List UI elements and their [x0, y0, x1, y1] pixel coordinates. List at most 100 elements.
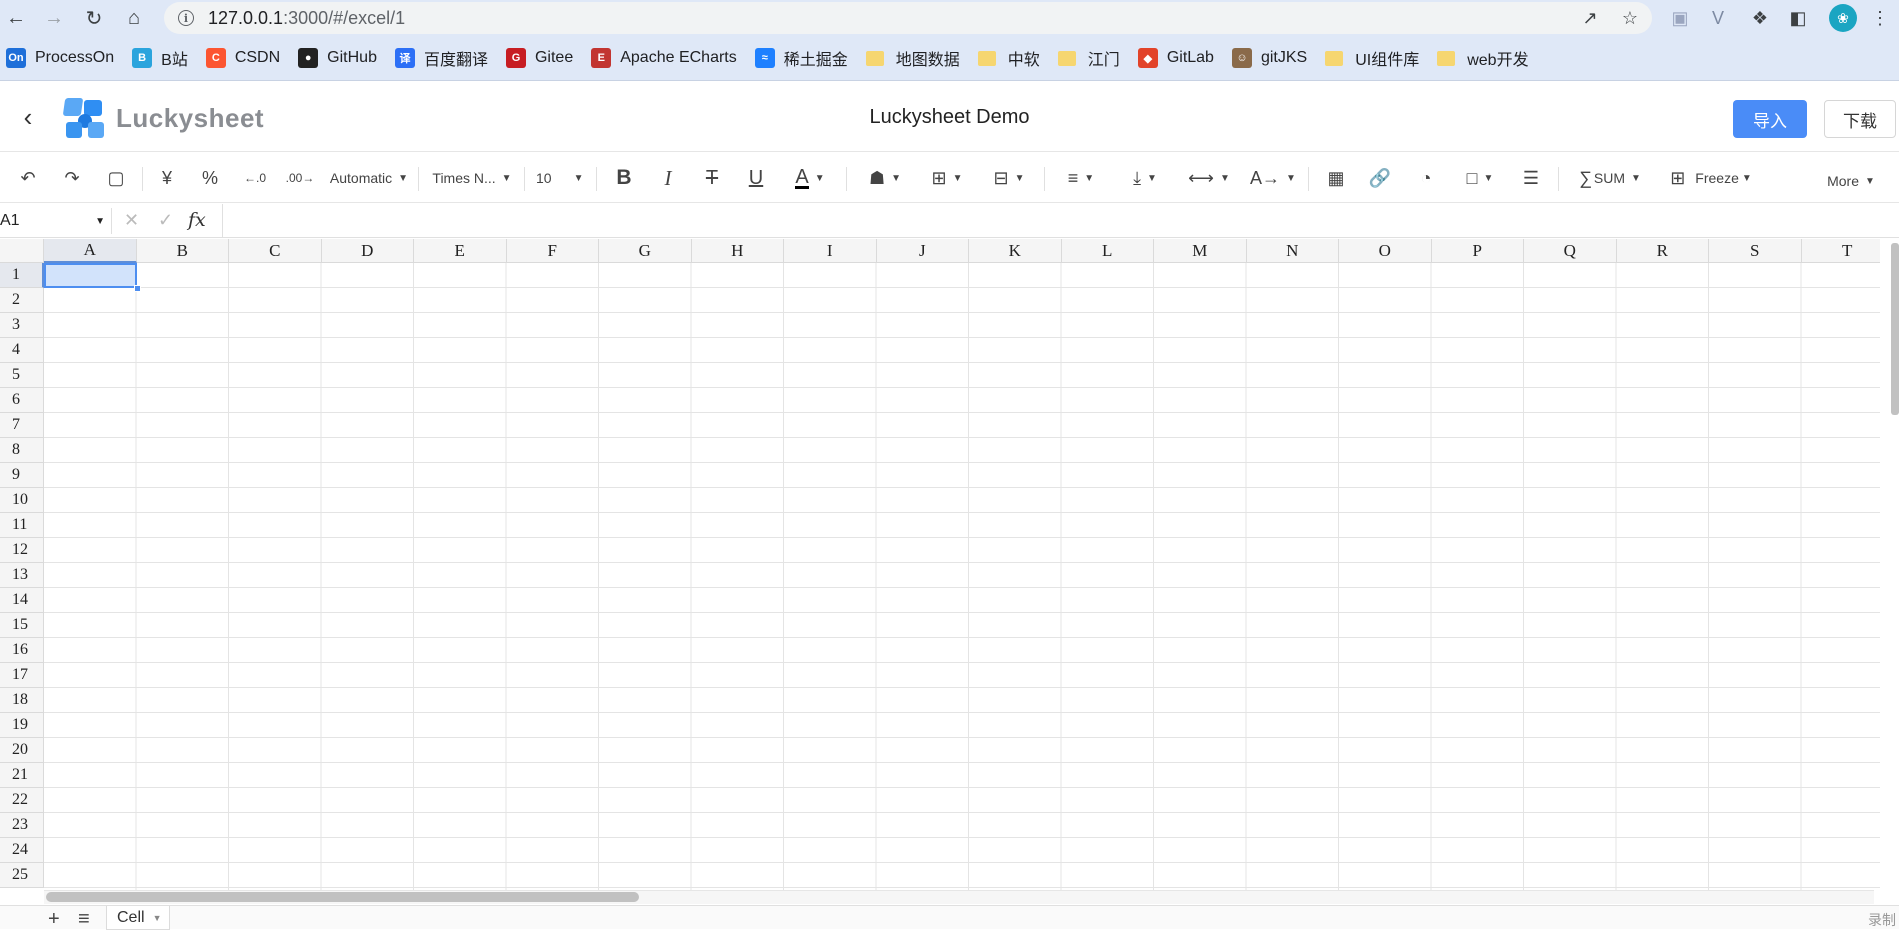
bookmark-item[interactable]: 译百度翻译 — [394, 46, 488, 70]
row-header[interactable]: 13 — [0, 563, 44, 588]
back-arrow-icon[interactable]: ← — [2, 4, 30, 32]
row-header[interactable]: 8 — [0, 438, 44, 463]
format-painter-icon[interactable]: ▢ — [102, 163, 130, 193]
font-size-dropdown[interactable]: 10 ▼ — [536, 163, 588, 193]
bookmark-item[interactable]: E Apache ECharts — [591, 48, 737, 68]
row-header[interactable]: 22 — [0, 788, 44, 813]
row-header[interactable]: 19 — [0, 713, 44, 738]
select-all-corner[interactable] — [0, 239, 44, 263]
increase-decimal-icon[interactable]: .00→ — [284, 163, 316, 193]
row-header[interactable]: 24 — [0, 838, 44, 863]
sheet-list-icon[interactable]: ≡ — [78, 908, 90, 931]
vertical-align-button[interactable]: ⤓ ▼ — [1122, 163, 1168, 193]
row-header[interactable]: 23 — [0, 813, 44, 838]
menu-lines-icon[interactable]: ☰ — [1516, 163, 1546, 193]
cell-area[interactable] — [44, 263, 1880, 890]
column-header[interactable]: J — [876, 239, 969, 263]
row-header[interactable]: 3 — [0, 313, 44, 338]
column-header[interactable]: H — [691, 239, 784, 263]
bookmark-item[interactable]: ≈ 稀土掘金 — [754, 46, 848, 70]
horizontal-scrollbar[interactable] — [46, 892, 639, 902]
more-button[interactable]: More ▼ — [1820, 166, 1882, 196]
column-header[interactable]: F — [506, 239, 599, 263]
forward-arrow-icon[interactable]: → — [40, 4, 68, 32]
reload-icon[interactable]: ↻ — [80, 4, 108, 32]
strikethrough-button[interactable]: T — [698, 163, 726, 193]
row-header[interactable]: 15 — [0, 613, 44, 638]
sum-button[interactable]: ∑ SUM ▼ — [1572, 163, 1648, 193]
add-sheet-icon[interactable]: + — [48, 908, 60, 931]
confirm-formula-icon[interactable]: ✓ — [158, 210, 173, 231]
column-header[interactable]: T — [1801, 239, 1880, 263]
extension-vue-icon[interactable]: V — [1706, 6, 1730, 30]
cancel-formula-icon[interactable]: ✕ — [124, 210, 139, 231]
column-header[interactable]: P — [1431, 239, 1524, 263]
address-bar[interactable]: i 127.0.0.1:3000/#/excel/1 — [164, 2, 1652, 34]
column-header[interactable]: E — [414, 239, 507, 263]
italic-button[interactable]: I — [654, 163, 682, 193]
row-header[interactable]: 7 — [0, 413, 44, 438]
text-wrap-button[interactable]: ⟷ ▼ — [1186, 163, 1232, 193]
bookmark-item[interactable]: ☺ gitJKS — [1231, 48, 1307, 68]
extension-screen-icon[interactable]: ▣ — [1668, 6, 1692, 30]
column-header[interactable]: R — [1616, 239, 1709, 263]
column-header[interactable]: B — [136, 239, 229, 263]
column-header[interactable]: I — [784, 239, 877, 263]
row-header[interactable]: 14 — [0, 588, 44, 613]
column-header[interactable]: A — [44, 239, 137, 263]
column-header[interactable]: S — [1709, 239, 1802, 263]
row-header[interactable]: 6 — [0, 388, 44, 413]
row-header[interactable]: 25 — [0, 863, 44, 888]
row-header[interactable]: 10 — [0, 488, 44, 513]
formula-input[interactable] — [222, 204, 1892, 237]
row-header[interactable]: 2 — [0, 288, 44, 313]
column-header[interactable]: Q — [1524, 239, 1617, 263]
merge-cells-button[interactable]: ⊟ ▼ — [986, 163, 1032, 193]
column-header[interactable]: G — [599, 239, 692, 263]
bookmark-item[interactable]: B B站 — [132, 46, 188, 70]
bold-button[interactable]: B — [610, 163, 638, 193]
fill-color-button[interactable]: ☗ ▼ — [862, 163, 908, 193]
horizontal-align-button[interactable]: ≡ ▼ — [1058, 163, 1104, 193]
bookmark-star-icon[interactable]: ☆ — [1618, 6, 1642, 30]
bookmark-item[interactable]: 中软 — [977, 46, 1040, 70]
row-header[interactable]: 20 — [0, 738, 44, 763]
underline-button[interactable]: U — [742, 163, 770, 193]
column-header[interactable]: K — [969, 239, 1062, 263]
insert-chart-icon[interactable]: ◔ — [1412, 163, 1440, 193]
number-format-dropdown[interactable]: Automatic ▼ — [328, 163, 410, 193]
column-header[interactable]: D — [321, 239, 414, 263]
comment-button[interactable]: □ ▼ — [1456, 163, 1504, 193]
insert-image-icon[interactable]: ▦ — [1322, 163, 1350, 193]
column-header[interactable]: O — [1339, 239, 1432, 263]
bookmark-item[interactable]: ◆ GitLab — [1137, 48, 1214, 68]
font-family-dropdown[interactable]: Times N... ▼ — [430, 163, 514, 193]
home-icon[interactable]: ⌂ — [120, 4, 148, 32]
borders-button[interactable]: ⊞ ▼ — [924, 163, 970, 193]
side-panel-icon[interactable]: ◧ — [1786, 6, 1810, 30]
browser-menu-icon[interactable]: ⋮ — [1868, 6, 1892, 30]
import-button[interactable]: 导入 — [1733, 100, 1807, 138]
text-rotation-button[interactable]: A→ ▼ — [1250, 163, 1296, 193]
row-header[interactable]: 5 — [0, 363, 44, 388]
bookmark-item[interactable]: ● GitHub — [298, 48, 377, 68]
row-header[interactable]: 21 — [0, 763, 44, 788]
redo-icon[interactable]: ↷ — [58, 163, 86, 193]
cell-reference-box[interactable]: A1 ▼ — [0, 208, 112, 234]
row-header[interactable]: 17 — [0, 663, 44, 688]
extensions-puzzle-icon[interactable]: ❖ — [1748, 6, 1772, 30]
bookmark-item[interactable]: web开发 — [1437, 46, 1529, 70]
site-info-icon[interactable]: i — [178, 10, 194, 26]
decrease-decimal-icon[interactable]: ←.0 — [240, 163, 270, 193]
bookmark-item[interactable]: 江门 — [1057, 46, 1120, 70]
undo-icon[interactable]: ↶ — [14, 163, 42, 193]
download-button[interactable]: 下载 — [1824, 100, 1896, 138]
column-header[interactable]: C — [229, 239, 322, 263]
row-header[interactable]: 11 — [0, 513, 44, 538]
profile-avatar[interactable]: ❀ — [1829, 4, 1857, 32]
row-header[interactable]: 16 — [0, 638, 44, 663]
insert-link-icon[interactable]: 🔗 — [1366, 163, 1394, 193]
freeze-button[interactable]: ⊞ Freeze ▼ — [1666, 163, 1756, 193]
row-header[interactable]: 1 — [0, 263, 44, 288]
column-header[interactable]: M — [1154, 239, 1247, 263]
